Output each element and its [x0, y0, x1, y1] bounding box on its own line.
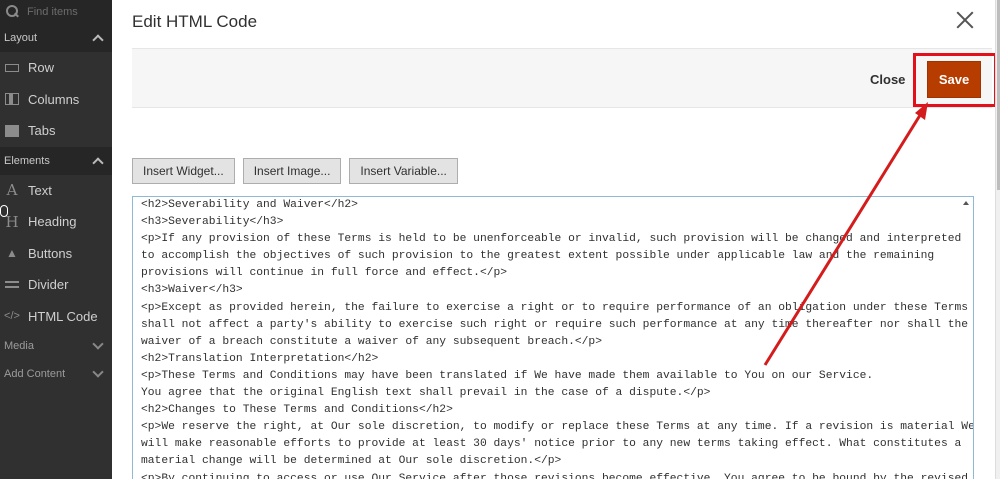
section-media[interactable]: Media [0, 332, 112, 360]
cursor-icon: ▲ [6, 246, 18, 261]
modal-title: Edit HTML Code [132, 12, 258, 31]
sidebar-item-columns[interactable]: Columns [0, 84, 112, 116]
tabs-icon [5, 124, 19, 137]
code-line: <h2>Changes to These Terms and Condition… [141, 404, 453, 417]
insert-button-row: Insert Widget... Insert Image... Insert … [132, 158, 458, 184]
sidebar-item-html-code[interactable]: </> HTML Code [0, 301, 112, 333]
chevron-up-icon [92, 156, 104, 169]
row-icon [5, 63, 19, 72]
close-icon[interactable] [954, 9, 976, 31]
insert-variable-button[interactable]: Insert Variable... [349, 158, 458, 184]
section-elements[interactable]: Elements [0, 146, 112, 175]
code-line: <p>If any provision of these Terms is he… [141, 233, 962, 246]
code-line: You agree that the original English text… [141, 387, 711, 400]
section-add-content[interactable]: Add Content [0, 360, 112, 388]
code-line: to accomplish the objectives of such pro… [141, 250, 935, 263]
columns-icon [5, 93, 19, 106]
sidebar-item-label: Heading [28, 214, 77, 230]
modal-action-bar: Close Save [132, 48, 997, 108]
page-scrollbar[interactable] [995, 0, 1000, 479]
code-line: <h3>Severability</h3> [141, 216, 284, 229]
insert-image-button[interactable]: Insert Image... [242, 158, 342, 184]
sidebar-item-row[interactable]: Row [0, 52, 112, 84]
search-input[interactable]: Find items [27, 6, 78, 18]
mouse-cursor-icon [0, 205, 8, 217]
close-button[interactable]: Close [870, 72, 905, 87]
text-icon: A [6, 181, 18, 200]
sidebar-item-label: Row [28, 60, 55, 76]
sidebar-item-label: Columns [28, 91, 80, 107]
sidebar-item-label: Divider [28, 277, 69, 293]
code-line: <h2>Severability and Waiver</h2> [141, 199, 358, 211]
code-line: <p>We reserve the right, at Our sole dis… [141, 421, 974, 434]
sidebar-item-divider[interactable]: Divider [0, 269, 112, 301]
section-label: Layout [4, 32, 38, 44]
code-icon: </> [4, 310, 20, 323]
code-line: <p>These Terms and Conditions may have b… [141, 369, 874, 382]
chevron-down-icon [92, 366, 104, 378]
code-content: <h2>Severability and Waiver</h2> <h3>Seve… [141, 197, 974, 479]
sidebar-item-heading[interactable]: H Heading [0, 206, 112, 238]
sidebar: Find items Layout Row Columns Tabs Eleme… [0, 0, 112, 479]
sidebar-item-buttons[interactable]: ▲ Buttons [0, 238, 112, 270]
code-line: provisions will continue in full force a… [141, 267, 508, 280]
search-icon [5, 5, 19, 19]
sidebar-item-label: HTML Code [28, 308, 98, 324]
sidebar-item-tabs[interactable]: Tabs [0, 115, 112, 147]
html-code-textarea[interactable]: <h2>Severability and Waiver</h2> <h3>Seve… [132, 196, 974, 479]
code-line: <p>Except as provided herein, the failur… [141, 301, 969, 314]
section-label: Add Content [4, 368, 66, 380]
sidebar-item-text[interactable]: A Text [0, 175, 112, 207]
code-line: <h3>Waiver</h3> [141, 284, 243, 297]
chevron-up-icon [92, 34, 104, 46]
save-button[interactable]: Save [927, 61, 981, 98]
section-label: Media [4, 340, 34, 352]
divider-icon [5, 281, 19, 289]
sidebar-item-label: Text [28, 182, 52, 198]
code-line: <p>By continuing to access or use Our Se… [141, 472, 969, 479]
code-line: waiver of a breach constitute a waiver o… [141, 335, 602, 348]
edit-html-modal: Edit HTML Code Close Save Insert Widget.… [112, 0, 1000, 479]
search-row[interactable]: Find items [0, 0, 112, 24]
section-label: Elements [4, 154, 50, 167]
scroll-up-arrow-icon[interactable] [963, 201, 969, 205]
code-line: shall not affect a party's ability to ex… [141, 318, 969, 331]
sidebar-item-label: Buttons [28, 245, 73, 261]
heading-icon: H [5, 212, 19, 231]
code-line: material change will be determined at Ou… [141, 455, 562, 468]
chevron-down-icon [92, 338, 104, 350]
sidebar-item-label: Tabs [28, 123, 56, 139]
code-line: will make reasonable efforts to provide … [141, 438, 962, 451]
section-layout[interactable]: Layout [0, 24, 112, 52]
insert-widget-button[interactable]: Insert Widget... [132, 158, 235, 184]
code-line: <h2>Translation Interpretation</h2> [141, 352, 379, 365]
